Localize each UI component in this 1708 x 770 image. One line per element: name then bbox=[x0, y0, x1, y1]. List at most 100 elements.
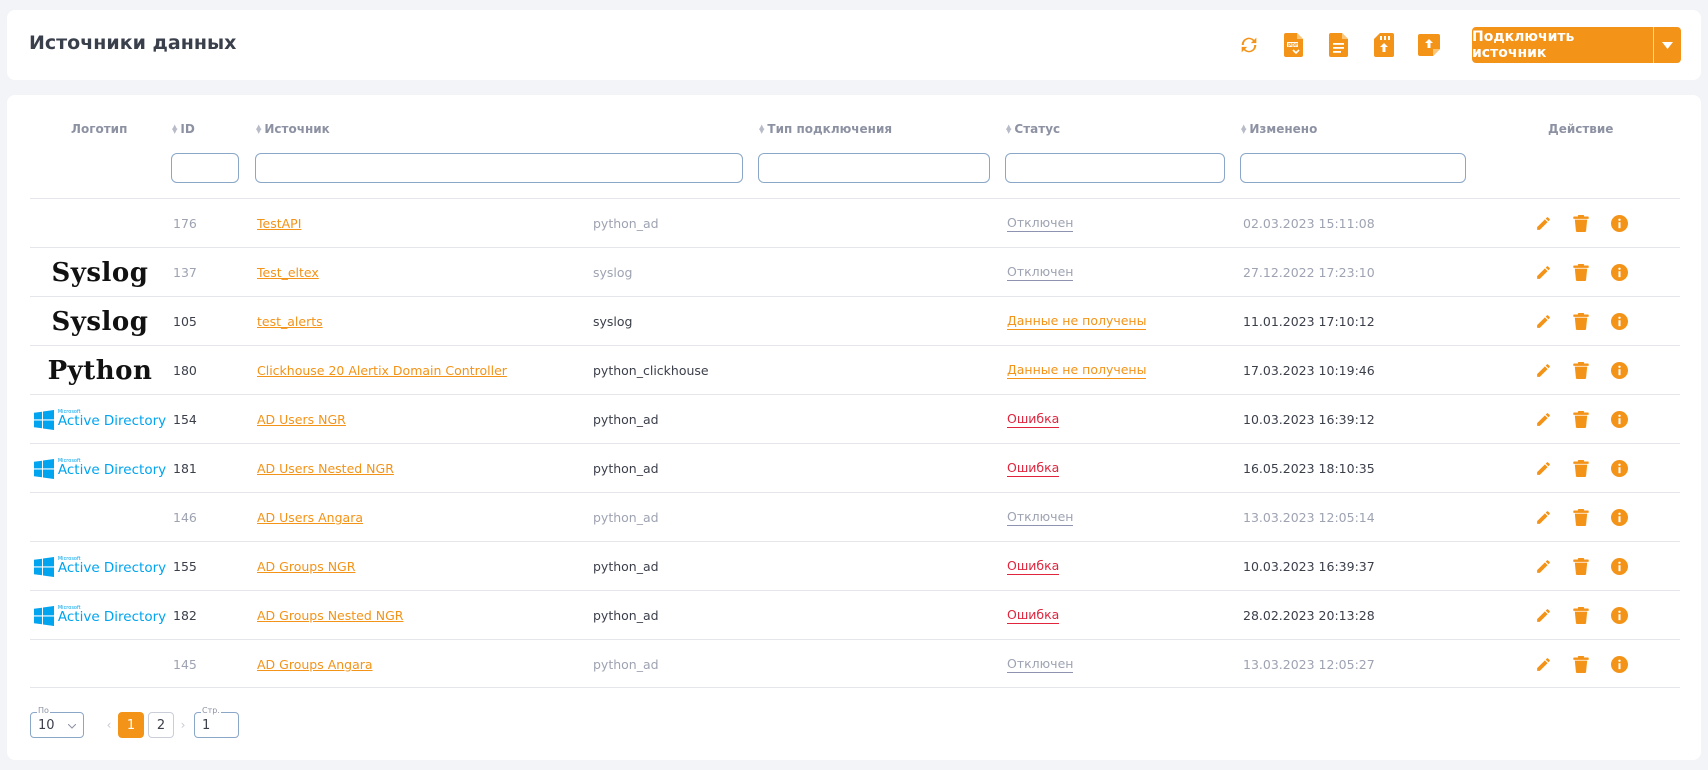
column-header-status[interactable]: ▲ ▼ Статус bbox=[1006, 122, 1060, 136]
edit-icon[interactable] bbox=[1534, 607, 1552, 625]
edit-icon[interactable] bbox=[1534, 558, 1552, 576]
source-link[interactable]: Clickhouse 20 Alertix Domain Controller bbox=[257, 363, 507, 378]
info-icon[interactable] bbox=[1610, 264, 1628, 282]
connect-source-button[interactable]: Подключить источник bbox=[1472, 27, 1681, 63]
note-upload-icon[interactable] bbox=[1417, 32, 1441, 58]
refresh-icon[interactable] bbox=[1237, 32, 1261, 58]
table-row[interactable]: Syslog 105 test_alerts syslog Данные не полу… bbox=[30, 296, 1680, 345]
filter-status-input[interactable] bbox=[1005, 153, 1225, 183]
info-icon[interactable] bbox=[1610, 215, 1628, 233]
row-changed: 17.03.2023 10:19:46 bbox=[1243, 363, 1375, 378]
edit-icon[interactable] bbox=[1534, 411, 1552, 429]
table-row[interactable]: 176 TestAPI python_ad Отключен 02.03.2023 15… bbox=[30, 198, 1680, 247]
status-badge[interactable]: Данные не получены bbox=[1007, 313, 1147, 330]
table-row[interactable]: Microsoft Active Directory 182 AD Groups Ne… bbox=[30, 590, 1680, 639]
edit-icon[interactable] bbox=[1534, 362, 1552, 380]
source-link[interactable]: TestAPI bbox=[257, 216, 301, 231]
edit-icon[interactable] bbox=[1534, 215, 1552, 233]
per-page-value: 10 bbox=[38, 717, 55, 733]
source-link[interactable]: AD Groups NGR bbox=[257, 559, 355, 574]
trash-icon[interactable] bbox=[1572, 264, 1590, 282]
row-logo: Microsoft Active Directory bbox=[30, 591, 170, 640]
page-1-button[interactable]: 1 bbox=[118, 712, 144, 738]
row-type: python_ad bbox=[593, 559, 659, 574]
row-actions bbox=[1534, 493, 1628, 542]
status-badge[interactable]: Отключен bbox=[1007, 264, 1074, 281]
connect-source-label[interactable]: Подключить источник bbox=[1472, 27, 1653, 63]
chevron-down-icon[interactable] bbox=[1653, 27, 1681, 63]
info-icon[interactable] bbox=[1610, 509, 1628, 527]
column-header-id[interactable]: ▲ ▼ ID bbox=[172, 122, 195, 136]
table-row[interactable]: 146 AD Users Angara python_ad Отключен 13.03… bbox=[30, 492, 1680, 541]
pdf-export-icon[interactable]: PDF bbox=[1282, 32, 1306, 58]
source-link[interactable]: AD Groups Angara bbox=[257, 657, 373, 672]
status-badge[interactable]: Ошибка bbox=[1007, 558, 1060, 575]
row-type: python_ad bbox=[593, 412, 659, 427]
table-row[interactable]: Python 180 Clickhouse 20 Alertix Domain Co… bbox=[30, 345, 1680, 394]
edit-icon[interactable] bbox=[1534, 656, 1552, 674]
edit-icon[interactable] bbox=[1534, 264, 1552, 282]
per-page-label: По bbox=[37, 706, 50, 715]
status-badge[interactable]: Ошибка bbox=[1007, 607, 1060, 624]
column-header-type[interactable]: ▲ ▼ Тип подключения bbox=[759, 122, 892, 136]
column-header-changed[interactable]: ▲ ▼ Изменено bbox=[1241, 122, 1317, 136]
source-link[interactable]: Test_eltex bbox=[257, 265, 319, 280]
source-link[interactable]: test_alerts bbox=[257, 314, 323, 329]
edit-icon[interactable] bbox=[1534, 313, 1552, 331]
table-row[interactable]: Microsoft Active Directory 181 AD Users Nes… bbox=[30, 443, 1680, 492]
sd-upload-icon[interactable] bbox=[1372, 32, 1396, 58]
table-row[interactable]: 145 AD Groups Angara python_ad Отключен 13.0… bbox=[30, 639, 1680, 688]
source-link[interactable]: AD Users Nested NGR bbox=[257, 461, 394, 476]
row-logo bbox=[30, 493, 170, 542]
edit-icon[interactable] bbox=[1534, 460, 1552, 478]
source-link[interactable]: AD Groups Nested NGR bbox=[257, 608, 403, 623]
row-logo bbox=[30, 199, 170, 248]
trash-icon[interactable] bbox=[1572, 656, 1590, 674]
row-logo: Syslog bbox=[30, 297, 170, 346]
trash-icon[interactable] bbox=[1572, 509, 1590, 527]
status-badge[interactable]: Отключен bbox=[1007, 509, 1074, 526]
filter-source-input[interactable] bbox=[255, 153, 743, 183]
active-directory-logo: Microsoft Active Directory bbox=[33, 556, 166, 577]
trash-icon[interactable] bbox=[1572, 460, 1590, 478]
info-icon[interactable] bbox=[1610, 313, 1628, 331]
prev-page-icon[interactable]: ‹ bbox=[100, 718, 118, 732]
page-2-button[interactable]: 2 bbox=[148, 712, 174, 738]
row-changed: 10.03.2023 16:39:12 bbox=[1243, 412, 1375, 427]
status-badge[interactable]: Отключен bbox=[1007, 656, 1074, 673]
table-row[interactable]: Microsoft Active Directory 154 AD Users NGR… bbox=[30, 394, 1680, 443]
trash-icon[interactable] bbox=[1572, 313, 1590, 331]
trash-icon[interactable] bbox=[1572, 607, 1590, 625]
info-icon[interactable] bbox=[1610, 656, 1628, 674]
filter-type-input[interactable] bbox=[758, 153, 990, 183]
info-icon[interactable] bbox=[1610, 558, 1628, 576]
row-actions bbox=[1534, 248, 1628, 297]
row-logo: Python bbox=[30, 346, 170, 395]
table-row[interactable]: Microsoft Active Directory 155 AD Groups NG… bbox=[30, 541, 1680, 590]
goto-page-input[interactable]: Стр. 1 bbox=[194, 706, 239, 738]
info-icon[interactable] bbox=[1610, 411, 1628, 429]
source-link[interactable]: AD Users Angara bbox=[257, 510, 363, 525]
edit-icon[interactable] bbox=[1534, 509, 1552, 527]
trash-icon[interactable] bbox=[1572, 558, 1590, 576]
status-badge[interactable]: Ошибка bbox=[1007, 460, 1060, 477]
document-icon[interactable] bbox=[1327, 32, 1351, 58]
trash-icon[interactable] bbox=[1572, 362, 1590, 380]
trash-icon[interactable] bbox=[1572, 411, 1590, 429]
next-page-icon[interactable]: › bbox=[174, 718, 192, 732]
source-link[interactable]: AD Users NGR bbox=[257, 412, 346, 427]
info-icon[interactable] bbox=[1610, 460, 1628, 478]
status-badge[interactable]: Данные не получены bbox=[1007, 362, 1147, 379]
row-changed: 02.03.2023 15:11:08 bbox=[1243, 216, 1375, 231]
info-icon[interactable] bbox=[1610, 362, 1628, 380]
filter-changed-input[interactable] bbox=[1240, 153, 1466, 183]
column-header-source[interactable]: ▲ ▼ Источник bbox=[256, 122, 330, 136]
status-badge[interactable]: Ошибка bbox=[1007, 411, 1060, 428]
info-icon[interactable] bbox=[1610, 607, 1628, 625]
trash-icon[interactable] bbox=[1572, 215, 1590, 233]
row-id: 146 bbox=[173, 510, 197, 525]
filter-id-input[interactable] bbox=[171, 153, 239, 183]
table-row[interactable]: Syslog 137 Test_eltex syslog Отключен 27.12.2… bbox=[30, 247, 1680, 296]
per-page-select[interactable]: По 10 bbox=[30, 706, 84, 738]
status-badge[interactable]: Отключен bbox=[1007, 215, 1074, 232]
